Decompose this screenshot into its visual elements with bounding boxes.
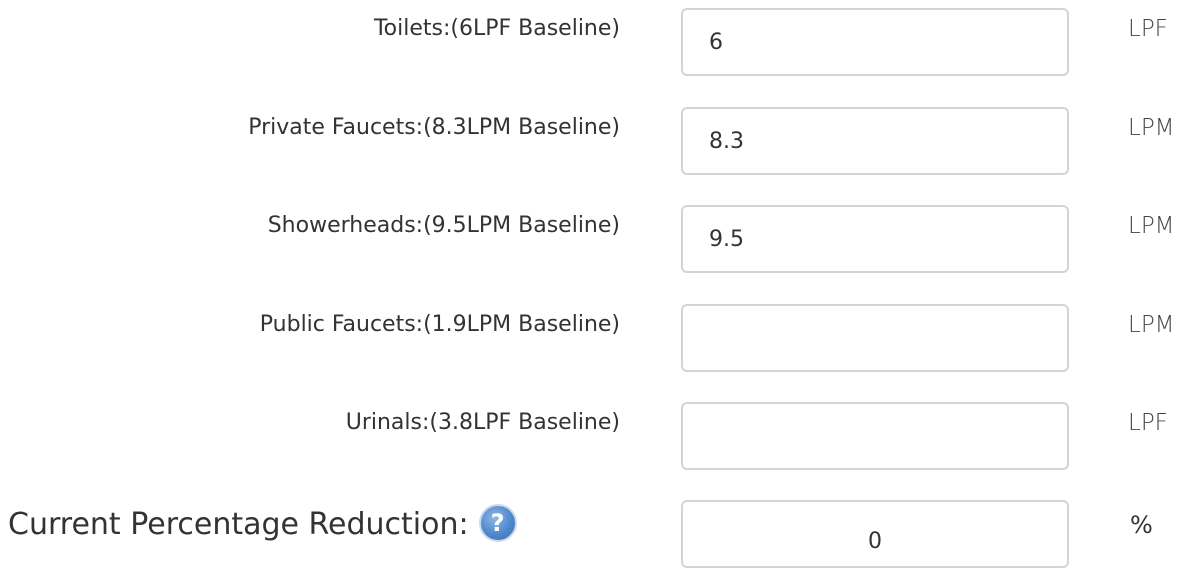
private-faucets-unit: LPM (1128, 115, 1175, 141)
fixture-row-showerheads: Showerheads:(9.5LPM Baseline) LPM (0, 205, 1192, 273)
public-faucets-input[interactable] (681, 304, 1069, 372)
urinals-unit: LPF (1128, 410, 1168, 436)
urinals-label: Urinals:(3.8LPF Baseline) (345, 410, 620, 435)
toilets-label: Toilets:(6LPF Baseline) (373, 16, 620, 41)
percentage-unit: % (1130, 511, 1153, 539)
fixture-row-private-faucets: Private Faucets:(8.3LPM Baseline) LPM (0, 107, 1192, 175)
public-faucets-label: Public Faucets:(1.9LPM Baseline) (259, 312, 620, 337)
toilets-input[interactable] (681, 8, 1069, 76)
fixture-row-toilets: Toilets:(6LPF Baseline) LPF (0, 8, 1192, 76)
public-faucets-unit: LPM (1128, 312, 1175, 338)
private-faucets-input[interactable] (681, 107, 1069, 175)
question-icon[interactable]: ? (478, 503, 517, 542)
private-faucets-label: Private Faucets:(8.3LPM Baseline) (248, 115, 620, 140)
fixture-row-urinals: Urinals:(3.8LPF Baseline) LPF (0, 402, 1192, 470)
percentage-reduction-label-group: Current Percentage Reduction:? (8, 500, 517, 550)
toilets-unit: LPF (1128, 16, 1168, 42)
showerheads-label: Showerheads:(9.5LPM Baseline) (267, 213, 620, 238)
percentage-reduction-label: Current Percentage Reduction: (8, 507, 469, 542)
showerheads-input[interactable] (681, 205, 1069, 273)
percentage-reduction-output: 0 (681, 500, 1069, 568)
showerheads-unit: LPM (1128, 213, 1175, 239)
fixture-row-public-faucets: Public Faucets:(1.9LPM Baseline) LPM (0, 304, 1192, 372)
urinals-input[interactable] (681, 402, 1069, 470)
